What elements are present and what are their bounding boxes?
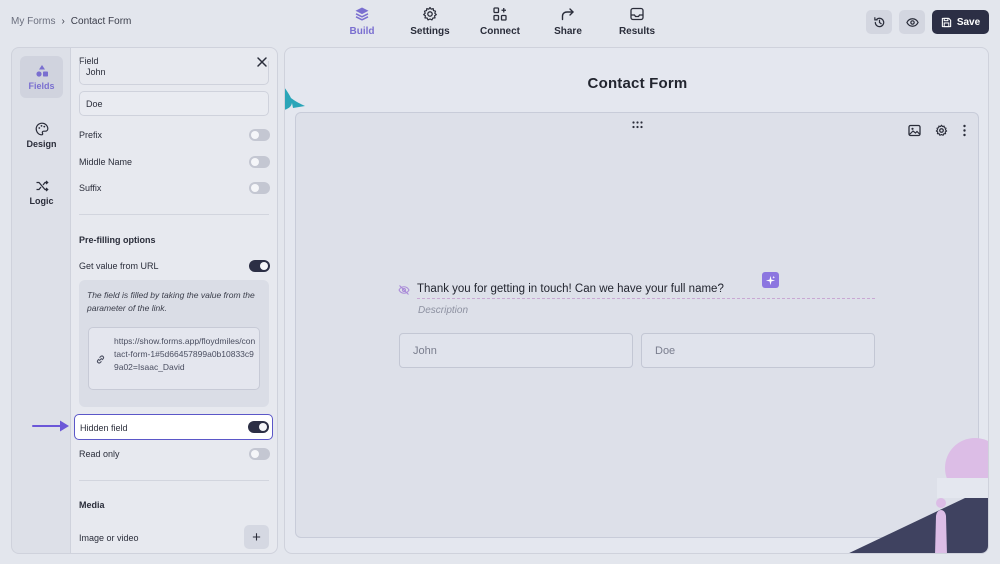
image-icon[interactable] [908, 124, 921, 137]
prefill-heading: Pre-filling options [79, 235, 156, 245]
nav-settings[interactable]: Settings [388, 6, 472, 37]
read-only-label: Read only [79, 449, 120, 459]
breadcrumb-separator: › [61, 16, 65, 27]
rail-design-label: Design [26, 138, 57, 149]
first-name-input[interactable]: John [399, 333, 633, 368]
save-icon [941, 17, 951, 27]
last-name-field[interactable]: Doe [79, 91, 269, 116]
gear-icon [423, 6, 437, 21]
nav-results[interactable]: Results [608, 6, 666, 37]
hidden-eye-icon [398, 285, 410, 295]
hidden-field-label: Hidden field [80, 423, 128, 433]
share-arrow-icon [561, 8, 574, 21]
save-label: Save [956, 16, 981, 28]
palette-icon [35, 122, 48, 135]
shuffle-icon [36, 180, 49, 191]
suffix-label: Suffix [79, 183, 102, 193]
rail-fields[interactable]: Fields [20, 56, 63, 98]
rail-logic-label: Logic [29, 195, 54, 206]
nav-connect[interactable]: Connect [472, 6, 528, 37]
breadcrumb-current: Contact Form [70, 16, 132, 27]
nav-share-label: Share [554, 26, 582, 37]
description-placeholder[interactable]: Description [418, 305, 468, 316]
get-value-url-toggle[interactable] [249, 260, 270, 272]
prefix-label: Prefix [79, 130, 103, 140]
gear-icon[interactable] [935, 124, 948, 137]
last-name-input[interactable]: Doe [641, 333, 875, 368]
rail-logic[interactable]: Logic [20, 171, 63, 213]
prefill-info-text: The field is filled by taking the value … [87, 290, 255, 313]
divider [79, 480, 269, 481]
preview-button[interactable] [899, 10, 925, 34]
first-name-field[interactable]: John [79, 61, 269, 85]
ai-sparkle-button[interactable] [762, 272, 779, 288]
breadcrumb: My Forms › Contact Form [11, 16, 131, 27]
form-canvas: Contact Form Thank you for getting in to… [284, 47, 989, 554]
breadcrumb-my-forms[interactable]: My Forms [11, 16, 55, 27]
hidden-field-toggle[interactable] [248, 421, 269, 433]
main-nav: Build Settings Connect Share Results [336, 6, 666, 37]
nav-results-label: Results [618, 26, 656, 37]
more-vertical-icon[interactable] [958, 124, 971, 137]
get-value-url-label: Get value from URL [79, 261, 159, 271]
read-only-toggle[interactable] [249, 448, 270, 460]
question-underline [417, 298, 875, 299]
history-icon [873, 16, 884, 27]
hidden-field-row[interactable]: Hidden field [74, 414, 273, 440]
image-video-label: Image or video [79, 533, 139, 543]
nav-share[interactable]: Share [528, 6, 608, 37]
media-heading: Media [79, 500, 105, 510]
middle-name-label: Middle Name [79, 157, 133, 167]
add-media-button[interactable]: + [244, 525, 269, 549]
plus-grid-icon [493, 7, 507, 21]
save-button[interactable]: Save [932, 10, 989, 34]
question-text[interactable]: Thank you for getting in touch! Can we h… [417, 283, 724, 295]
left-rail: Fields Design Logic [11, 47, 70, 554]
pointer-arrow-icon [32, 420, 69, 432]
prefill-url-text: https://show.forms.app/floydmiles/contac… [114, 336, 256, 372]
nav-settings-label: Settings [410, 26, 450, 37]
layers-icon [355, 7, 369, 21]
prefill-info-box: The field is filled by taking the value … [79, 280, 269, 407]
prefix-toggle[interactable] [249, 129, 270, 141]
prefill-url-box[interactable]: https://show.forms.app/floydmiles/contac… [88, 327, 260, 390]
shapes-icon [35, 64, 48, 77]
middle-name-toggle[interactable] [249, 156, 270, 168]
inbox-icon [630, 7, 644, 21]
decorative-illustration [849, 438, 988, 553]
link-icon [96, 355, 105, 364]
drag-handle-icon[interactable] [632, 121, 643, 129]
rail-design[interactable]: Design [20, 114, 63, 156]
divider [79, 214, 269, 215]
field-settings-panel: Field John Doe Prefix Middle Name Suffix… [70, 47, 278, 554]
sparkle-icon [765, 275, 776, 285]
nav-build[interactable]: Build [336, 6, 388, 37]
rail-fields-label: Fields [28, 80, 55, 91]
form-title[interactable]: Contact Form [285, 75, 988, 92]
top-bar: My Forms › Contact Form Build Settings C… [0, 0, 1000, 44]
nav-build-label: Build [349, 26, 375, 37]
history-button[interactable] [866, 10, 892, 34]
suffix-toggle[interactable] [249, 182, 270, 194]
eye-icon [905, 17, 919, 27]
nav-connect-label: Connect [480, 26, 520, 37]
